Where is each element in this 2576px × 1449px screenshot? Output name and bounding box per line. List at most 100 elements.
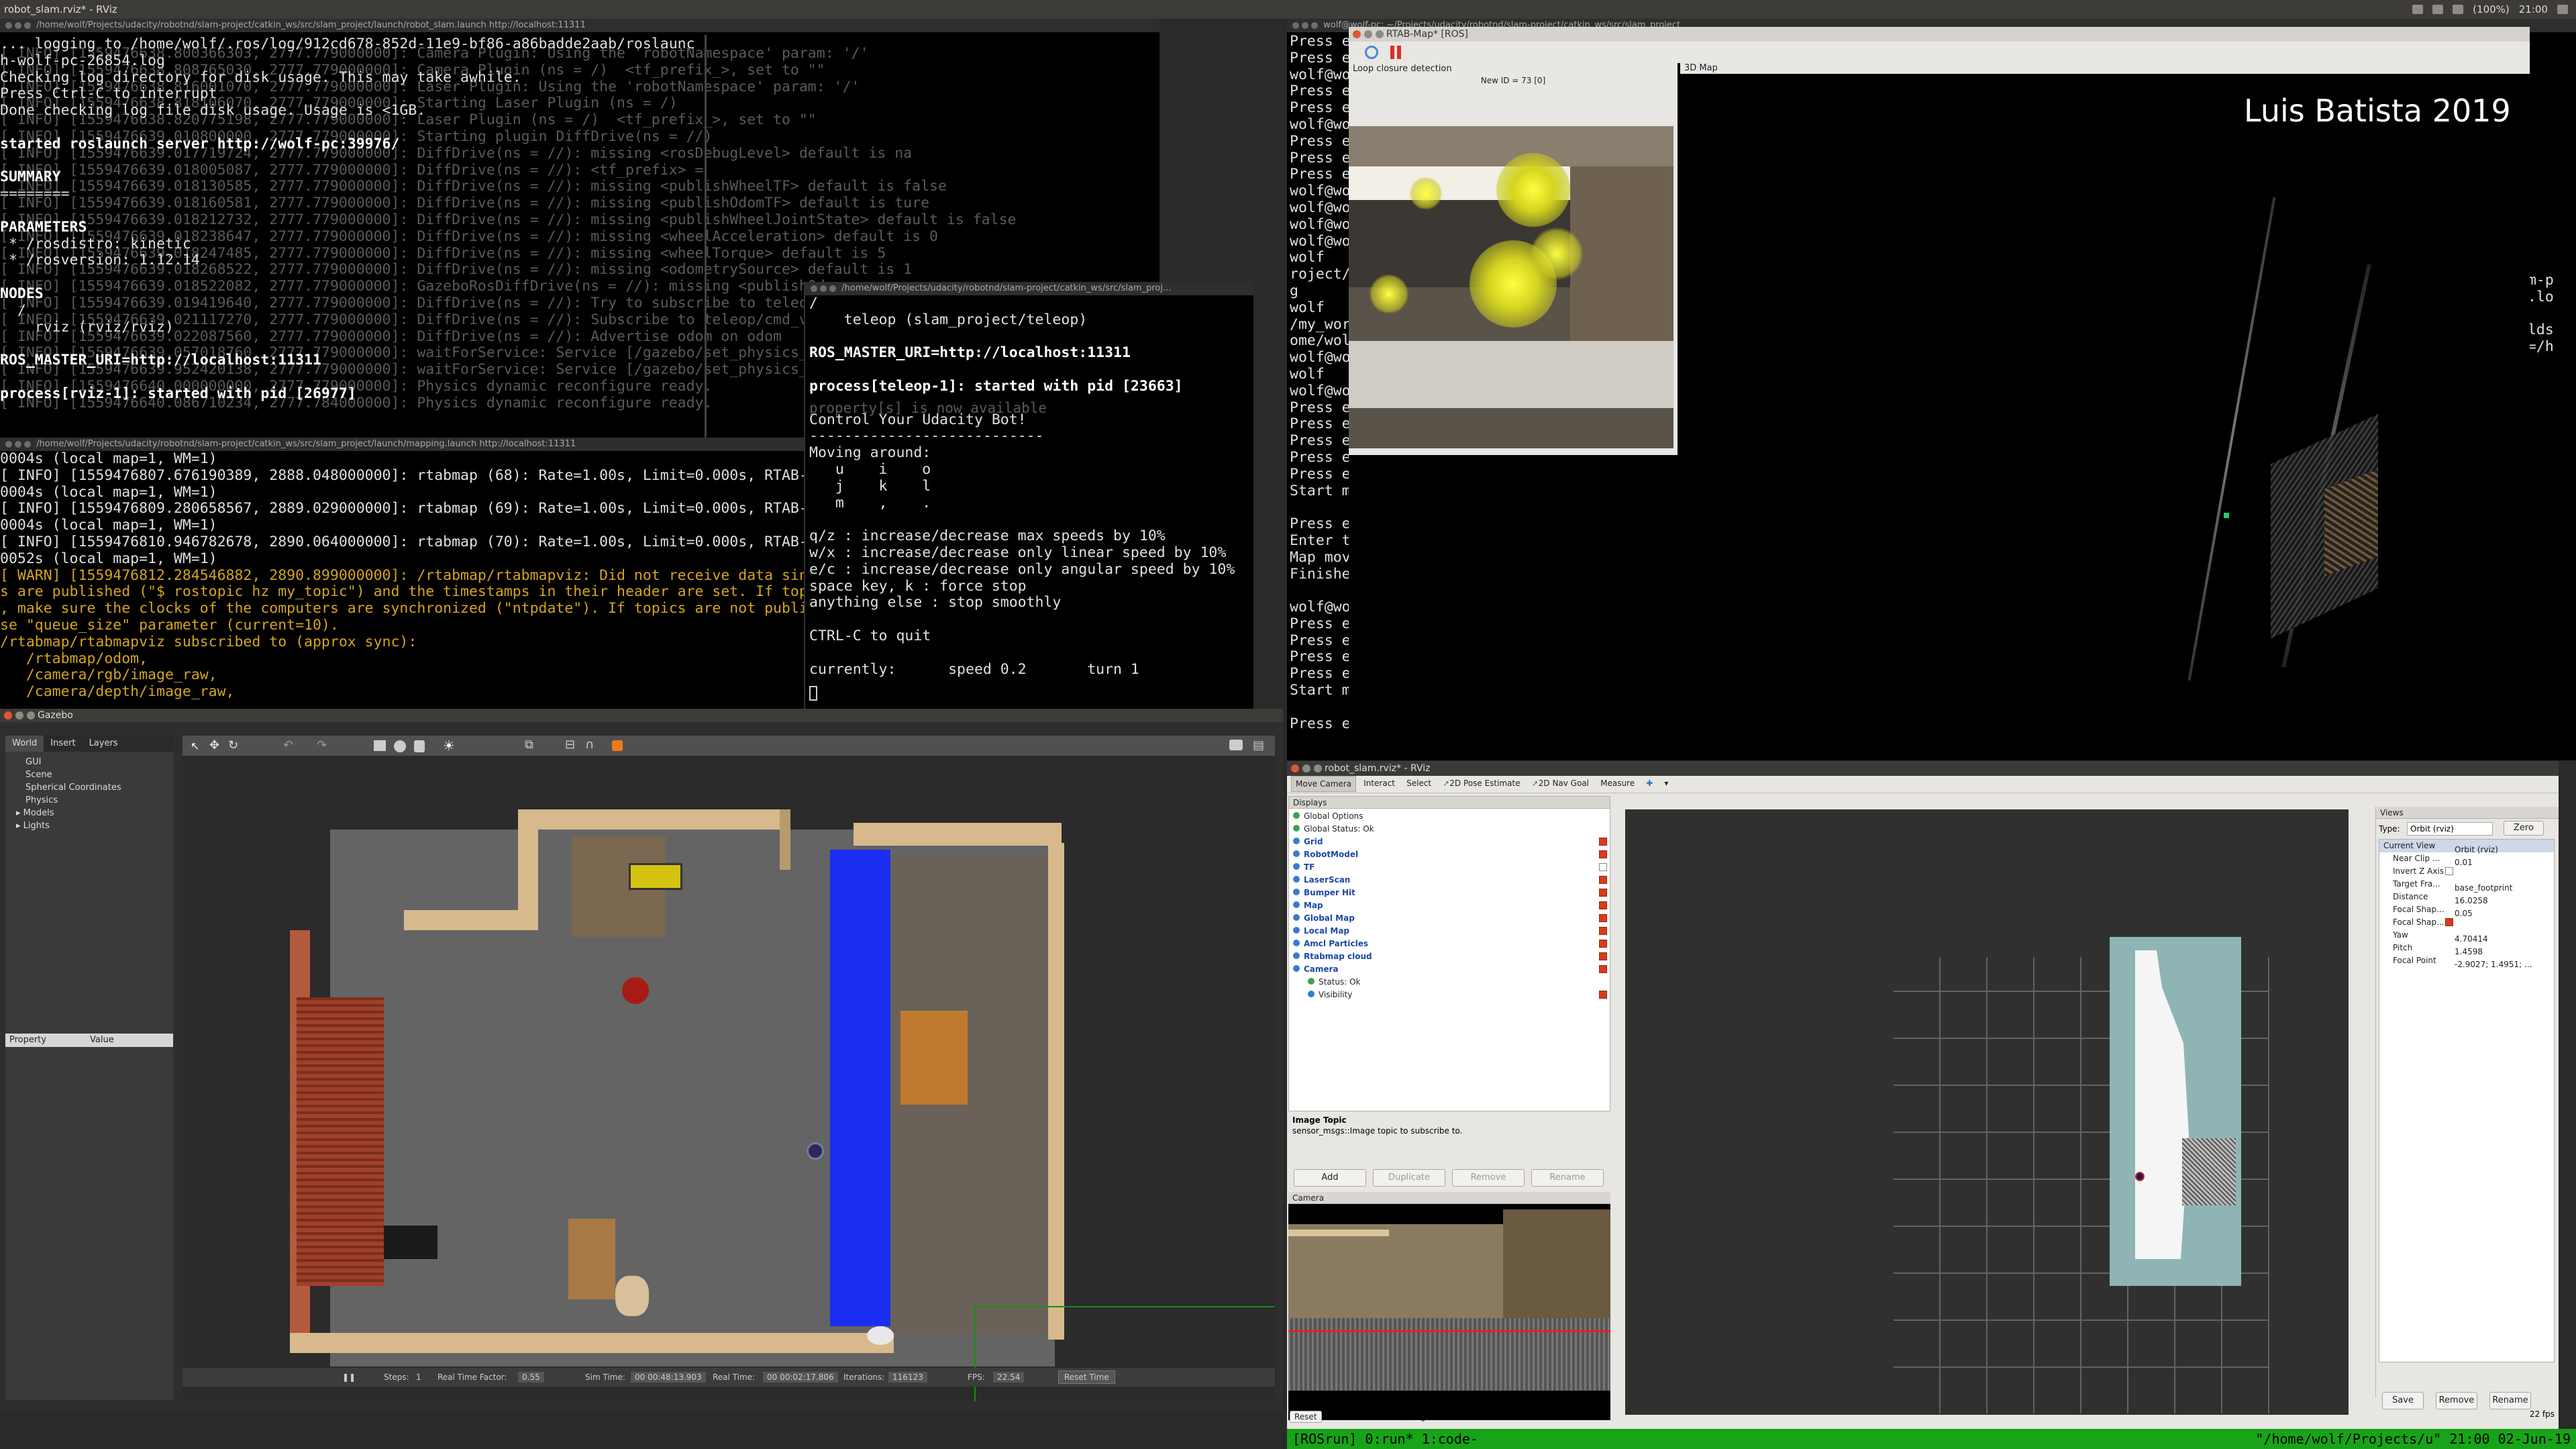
close-icon[interactable] (5, 21, 12, 29)
copy-icon[interactable]: ⧉ (525, 738, 533, 752)
minimize-icon[interactable] (15, 440, 21, 448)
display-item[interactable]: Global Options (1289, 810, 1610, 823)
display-item[interactable]: Map (1289, 899, 1610, 912)
tree-item-gui[interactable]: GUI (25, 756, 173, 768)
tree-item-models[interactable]: ▸ Models (16, 807, 173, 819)
display-item[interactable]: Camera (1289, 963, 1610, 976)
focal-shape-checkbox[interactable] (2445, 918, 2453, 926)
display-checkbox[interactable] (1599, 889, 1607, 897)
close-icon[interactable] (1353, 30, 1361, 38)
display-checkbox[interactable] (1599, 850, 1607, 858)
pause-icon[interactable]: ❚❚ (342, 1368, 356, 1387)
pose-estimate-tool[interactable]: ➚2D Pose Estimate (1439, 776, 1524, 791)
view-property-row[interactable]: Focal Shap... (2379, 916, 2554, 929)
clock[interactable]: 21:00 (2519, 0, 2548, 19)
cylinder-shape-icon[interactable] (414, 740, 425, 752)
display-checkbox[interactable] (1599, 876, 1607, 884)
maximize-icon[interactable] (829, 285, 836, 292)
add-tool-icon[interactable]: ✚ (1642, 776, 1657, 791)
log-icon[interactable]: ▤ (1253, 738, 1264, 752)
point-light-icon[interactable]: ☀ (443, 738, 455, 754)
close-icon[interactable] (4, 711, 12, 719)
display-item[interactable]: Status: Ok (1289, 976, 1610, 989)
save-view-button[interactable]: Save (2382, 1392, 2424, 1409)
tree-item-scene[interactable]: Scene (25, 768, 173, 781)
redo-icon[interactable]: ↷ (317, 738, 327, 752)
align-icon[interactable]: ⊟ (565, 738, 575, 752)
world-tree[interactable]: GUI Scene Spherical Coordinates Physics … (5, 752, 173, 1034)
view-property-row[interactable]: Pitch 1.4598 (2379, 942, 2554, 956)
minimize-icon[interactable] (1364, 30, 1372, 38)
power-icon[interactable] (2557, 5, 2568, 14)
maximize-icon[interactable] (1314, 764, 1322, 772)
terminal-teleop[interactable]: /home/wolf/Projects/udacity/robotnd/slam… (804, 282, 1253, 709)
translate-icon[interactable]: ✥ (209, 738, 219, 752)
display-checkbox[interactable] (1599, 952, 1607, 960)
undo-icon[interactable]: ↶ (283, 738, 293, 752)
box-shape-icon[interactable] (374, 740, 386, 751)
display-checkbox[interactable] (1599, 991, 1607, 999)
display-checkbox[interactable] (1599, 927, 1607, 935)
view-property-row[interactable]: Yaw 4.70414 (2379, 929, 2554, 944)
gazebo-3d-scene[interactable] (183, 756, 1275, 1401)
reset-time-button[interactable]: Reset Time (1058, 1370, 1115, 1384)
tmux-windows[interactable]: [ROSrun] 0:run* 1:code- (1287, 1431, 1478, 1447)
view-property-row[interactable]: Target Fra... base_footprint (2379, 878, 2554, 893)
pause-icon[interactable] (1390, 46, 1394, 59)
display-checkbox[interactable] (1599, 940, 1607, 948)
display-item[interactable]: RobotModel (1289, 848, 1610, 861)
snap-icon[interactable]: ∩ (585, 738, 594, 752)
display-item[interactable]: Global Map (1289, 912, 1610, 925)
rename-view-button[interactable]: Rename (2489, 1392, 2531, 1409)
display-checkbox[interactable] (1599, 901, 1607, 909)
minimize-icon[interactable] (15, 21, 21, 29)
display-item[interactable]: Amcl Particles (1289, 938, 1610, 950)
display-item[interactable]: Grid (1289, 836, 1610, 848)
view-property-row[interactable]: Focal Shap... 0.05 (2379, 903, 2554, 918)
map-3d-panel[interactable]: 3D Map Luis Batista 2019 (1680, 63, 2530, 755)
property-grid[interactable] (5, 1047, 173, 1396)
tab-world[interactable]: World (5, 736, 44, 752)
tab-layers[interactable]: Layers (83, 736, 125, 752)
pane-divider[interactable] (705, 35, 707, 438)
zero-button[interactable]: Zero (2504, 821, 2544, 836)
view-property-value[interactable]: -2.9027; 1.4951; ... (2455, 960, 2532, 969)
remove-button[interactable]: Remove (1452, 1169, 1525, 1187)
duplicate-button[interactable]: Duplicate (1373, 1169, 1445, 1187)
display-item[interactable]: Global Status: Ok (1289, 823, 1610, 836)
view-property-row[interactable]: Near Clip ... 0.01 (2379, 852, 2554, 867)
minimize-icon[interactable] (820, 285, 827, 292)
view-property-row[interactable]: Invert Z Axis (2379, 865, 2554, 878)
add-button[interactable]: Add (1294, 1169, 1366, 1187)
maximize-icon[interactable] (1376, 30, 1384, 38)
tool-menu-icon[interactable]: ▾ (1660, 776, 1672, 791)
display-checkbox[interactable] (1599, 965, 1607, 973)
maximize-icon[interactable] (27, 711, 35, 719)
view-property-row[interactable]: Focal Point -2.9027; 1.4951; ... (2379, 954, 2554, 969)
display-item[interactable]: Bumper Hit (1289, 887, 1610, 899)
record-icon[interactable] (612, 740, 623, 751)
tree-item-physics[interactable]: Physics (25, 794, 173, 807)
rename-button[interactable]: Rename (1531, 1169, 1604, 1187)
close-icon[interactable] (811, 285, 817, 292)
display-item[interactable]: TF (1289, 861, 1610, 874)
display-checkbox[interactable] (1599, 838, 1607, 846)
tree-item-lights[interactable]: ▸ Lights (16, 819, 173, 832)
reset-button[interactable]: Reset (1290, 1411, 1322, 1423)
move-camera-tool[interactable]: Move Camera (1291, 776, 1357, 792)
minimize-icon[interactable] (1302, 21, 1308, 29)
maximize-icon[interactable] (1311, 21, 1318, 29)
tab-insert[interactable]: Insert (44, 736, 82, 752)
rviz-3d-viewport[interactable] (1625, 809, 2349, 1415)
views-tree[interactable]: Current View Orbit (rviz) Near Clip ... 0.0… (2379, 839, 2555, 1362)
display-item[interactable]: Rtabmap cloud (1289, 950, 1610, 963)
close-icon[interactable] (5, 440, 12, 448)
remove-view-button[interactable]: Remove (2436, 1392, 2477, 1409)
battery-icon[interactable] (2453, 5, 2464, 14)
display-checkbox[interactable] (1599, 863, 1607, 871)
display-checkbox[interactable] (1599, 914, 1607, 922)
minimize-icon[interactable] (1302, 764, 1310, 772)
display-item[interactable]: Visibility (1289, 989, 1610, 1001)
measure-tool[interactable]: Measure (1596, 776, 1639, 791)
view-property-row[interactable]: Distance 16.0258 (2379, 891, 2554, 905)
